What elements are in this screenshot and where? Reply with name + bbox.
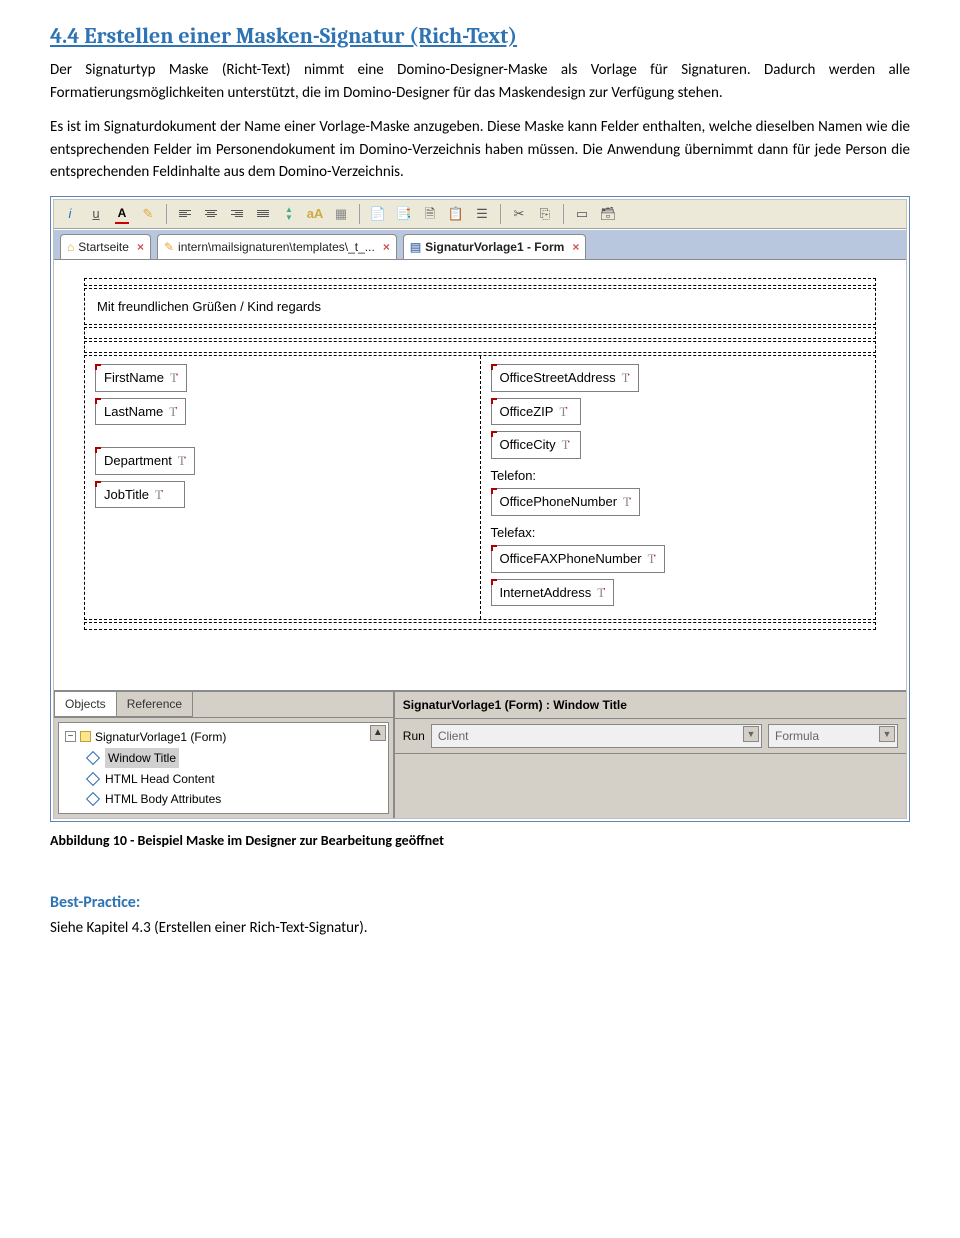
properties-panel: SignaturVorlage1 (Form) : Window Title R…: [395, 692, 906, 818]
form-icon: [80, 731, 91, 742]
scissors-icon[interactable]: ✂: [509, 204, 529, 224]
tree-root-label: SignaturVorlage1 (Form): [95, 728, 226, 746]
run-formula-dropdown[interactable]: Formula▼: [768, 724, 898, 748]
chevron-down-icon[interactable]: ▼: [879, 726, 895, 742]
objects-panel: Objects Reference ▲ − SignaturVorlage1 (F…: [54, 692, 395, 818]
best-practice-text: Siehe Kapitel 4.3 (Erstellen einer Rich-…: [50, 917, 910, 940]
close-icon[interactable]: ×: [137, 238, 144, 256]
greeting-text: Mit freundlichen Grüßen / Kind regards: [85, 289, 875, 325]
best-practice-heading: Best-Practice:: [50, 891, 910, 915]
field-fax[interactable]: OfficeFAXPhoneNumberT•: [491, 545, 665, 573]
script-icon[interactable]: ⎘: [535, 204, 555, 224]
tab-objects[interactable]: Objects: [54, 692, 117, 717]
field-jobtitle[interactable]: JobTitleT•: [95, 481, 185, 509]
label-telefon: Telefon:: [491, 466, 866, 486]
field-city[interactable]: OfficeCityT•: [491, 431, 581, 459]
copy-doc-icon[interactable]: 📑: [394, 204, 414, 224]
stack-icon[interactable]: ▭: [572, 204, 592, 224]
diamond-icon: [86, 771, 100, 785]
paragraph-2: Es ist im Signaturdokument der Name eine…: [50, 116, 910, 184]
screenshot-figure: i u A ✎ ▲▼ aA ▦ 📄 📑 🗎 📋 ☰ ✂ ⎘ ▭ 🗃 ⌂ Star…: [50, 196, 910, 822]
label-telefax: Telefax:: [491, 523, 866, 543]
info-icon[interactable]: i: [60, 204, 80, 224]
tree-item-window-title[interactable]: Window Title: [105, 748, 179, 768]
chevron-down-icon[interactable]: ▼: [743, 726, 759, 742]
tab-label: Startseite: [78, 238, 129, 256]
tab-reference[interactable]: Reference: [116, 692, 193, 717]
field-lastname[interactable]: LastNameT•: [95, 398, 186, 426]
form-icon: ▤: [410, 238, 421, 256]
home-icon: ⌂: [67, 238, 74, 256]
designer-window: i u A ✎ ▲▼ aA ▦ 📄 📑 🗎 📋 ☰ ✂ ⎘ ▭ 🗃 ⌂ Star…: [53, 199, 907, 819]
line-spacing-icon[interactable]: ▲▼: [279, 204, 299, 224]
align-center-icon[interactable]: [201, 204, 221, 224]
field-department[interactable]: DepartmentT•: [95, 447, 195, 475]
new-doc-icon[interactable]: 📄: [368, 204, 388, 224]
tree-item-html-head[interactable]: HTML Head Content: [105, 770, 215, 788]
scroll-up-icon[interactable]: ▲: [370, 725, 386, 741]
close-icon[interactable]: ×: [572, 238, 579, 256]
section-heading: 4.4 Erstellen einer Masken-Signatur (Ric…: [50, 20, 910, 53]
run-client-dropdown[interactable]: Client▼: [431, 724, 762, 748]
table-icon[interactable]: ▦: [331, 204, 351, 224]
field-firstname[interactable]: FirstNameT•: [95, 364, 187, 392]
bottom-panel: Objects Reference ▲ − SignaturVorlage1 (F…: [54, 690, 906, 818]
field-phone[interactable]: OfficePhoneNumberT•: [491, 488, 641, 516]
pencil-icon: ✎: [164, 238, 174, 256]
list-icon[interactable]: ☰: [472, 204, 492, 224]
tab-template-file[interactable]: ✎ intern\mailsignaturen\templates\_t_...…: [157, 234, 397, 259]
tab-bar: ⌂ Startseite × ✎ intern\mailsignaturen\t…: [54, 229, 906, 260]
section-title: SignaturVorlage1 (Form) : Window Title: [395, 692, 906, 719]
file-icon[interactable]: 🗎: [420, 204, 440, 224]
form-design-area: Mit freundlichen Grüßen / Kind regards F…: [54, 260, 906, 690]
right-column: OfficeStreetAddressT• OfficeZIPT• Office…: [480, 356, 876, 619]
field-zip[interactable]: OfficeZIPT•: [491, 398, 581, 426]
highlight-icon[interactable]: ✎: [138, 204, 158, 224]
tab-label: intern\mailsignaturen\templates\_t_...: [178, 238, 375, 256]
toolbar: i u A ✎ ▲▼ aA ▦ 📄 📑 🗎 📋 ☰ ✂ ⎘ ▭ 🗃: [54, 200, 906, 229]
underline-icon[interactable]: u: [86, 204, 106, 224]
diamond-icon: [86, 750, 100, 764]
close-icon[interactable]: ×: [383, 238, 390, 256]
field-street[interactable]: OfficeStreetAddressT•: [491, 364, 639, 392]
paragraph-1: Der Signaturtyp Maske (Richt-Text) nimmt…: [50, 59, 910, 104]
tab-form-active[interactable]: ▤ SignaturVorlage1 - Form ×: [403, 234, 587, 259]
db-icon[interactable]: 🗃: [598, 204, 618, 224]
align-justify-icon[interactable]: [253, 204, 273, 224]
case-icon[interactable]: aA: [305, 204, 325, 224]
tab-startseite[interactable]: ⌂ Startseite ×: [60, 234, 151, 259]
note-icon[interactable]: 📋: [446, 204, 466, 224]
diamond-icon: [86, 791, 100, 805]
collapse-icon[interactable]: −: [65, 731, 76, 742]
left-column: FirstNameT• LastNameT• DepartmentT• JobT…: [85, 356, 480, 619]
align-right-icon[interactable]: [227, 204, 247, 224]
tab-label: SignaturVorlage1 - Form: [425, 238, 564, 256]
font-color-icon[interactable]: A: [112, 204, 132, 224]
objects-tree[interactable]: ▲ −SignaturVorlage1 (Form) Window Title …: [58, 722, 389, 814]
tree-item-html-body[interactable]: HTML Body Attributes: [105, 790, 221, 808]
align-left-icon[interactable]: [175, 204, 195, 224]
run-label: Run: [403, 727, 425, 745]
field-email[interactable]: InternetAddressT•: [491, 579, 615, 607]
figure-caption: Abbildung 10 - Beispiel Maske im Designe…: [50, 830, 910, 851]
